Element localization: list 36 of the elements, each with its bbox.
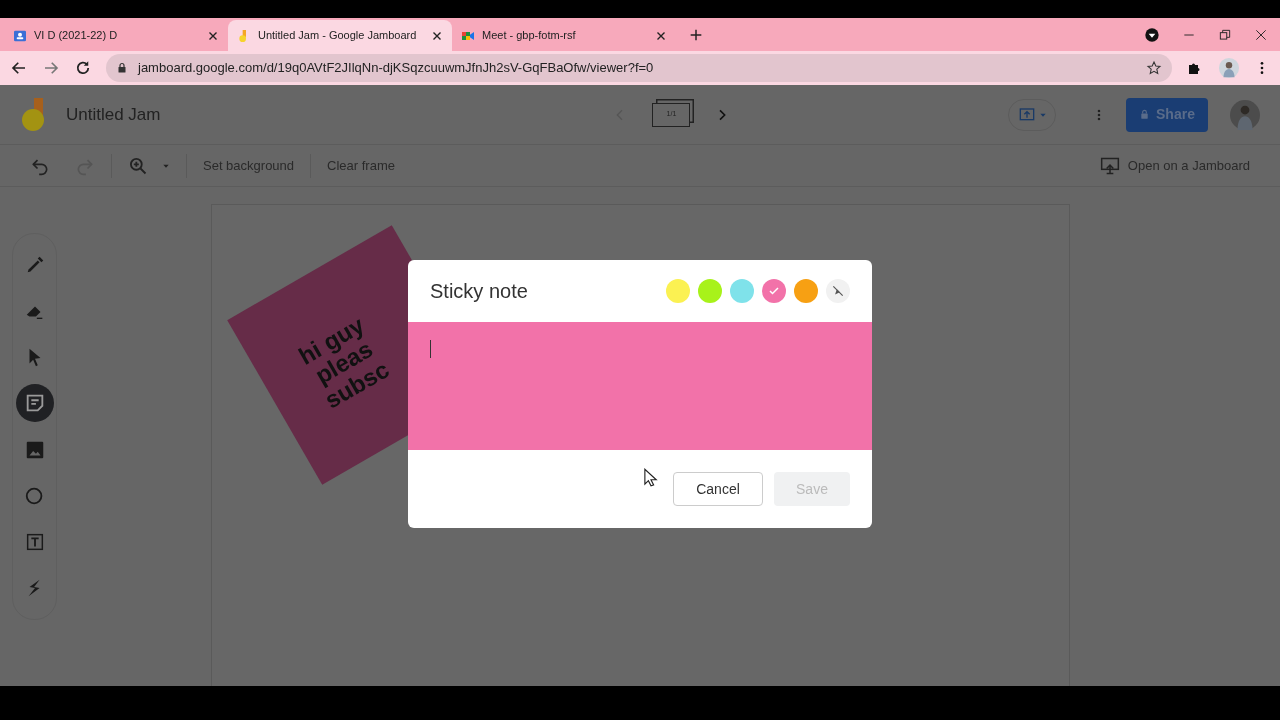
- back-icon[interactable]: [10, 59, 28, 77]
- note-text-field[interactable]: [408, 322, 872, 450]
- color-swatch[interactable]: [762, 279, 786, 303]
- color-swatch[interactable]: [698, 279, 722, 303]
- star-icon[interactable]: [1146, 60, 1162, 76]
- text-cursor: [430, 340, 431, 358]
- open-on-jamboard-link[interactable]: Open on a Jamboard: [1099, 155, 1250, 176]
- forward-icon[interactable]: [42, 59, 60, 77]
- browser-tab[interactable]: VI D (2021-22) D: [4, 20, 228, 51]
- color-swatch[interactable]: [794, 279, 818, 303]
- avatar-icon[interactable]: [1230, 99, 1260, 130]
- color-swatch[interactable]: [730, 279, 754, 303]
- no-color-button[interactable]: [826, 279, 850, 303]
- color-swatch[interactable]: [666, 279, 690, 303]
- new-tab-icon[interactable]: [688, 27, 704, 43]
- browser-tab[interactable]: Untitled Jam - Google Jamboard: [228, 20, 452, 51]
- zoom-in-icon[interactable]: [128, 155, 148, 176]
- reload-icon[interactable]: [74, 59, 92, 77]
- close-icon[interactable]: [1254, 27, 1268, 42]
- dropdown-icon[interactable]: [1144, 26, 1160, 43]
- share-button[interactable]: Share: [1126, 97, 1208, 132]
- monitor-upload-icon: [1099, 155, 1120, 176]
- check-icon: [768, 285, 780, 297]
- slashed-icon: [831, 284, 845, 298]
- cursor-icon: [644, 468, 658, 488]
- browser-tab[interactable]: Meet - gbp-fotm-rsf: [452, 20, 676, 51]
- address-bar[interactable]: jamboard.google.com/d/19q0AVtF2JIlqNn-djKSqzcuuwmJfnJh2sV-GqFBaOfw/viewer?f=0: [106, 54, 1172, 82]
- restore-icon[interactable]: [1218, 27, 1232, 42]
- toolbar-link[interactable]: Set background: [203, 155, 295, 176]
- toolbar-link[interactable]: Clear frame: [327, 155, 395, 176]
- lock-icon: [116, 62, 128, 74]
- avatar-icon[interactable]: [1218, 57, 1240, 79]
- lock-icon: [1139, 109, 1151, 120]
- document-title[interactable]: Untitled Jam: [66, 101, 161, 128]
- present-icon: [1017, 106, 1037, 123]
- cancel-button[interactable]: Cancel: [673, 472, 763, 506]
